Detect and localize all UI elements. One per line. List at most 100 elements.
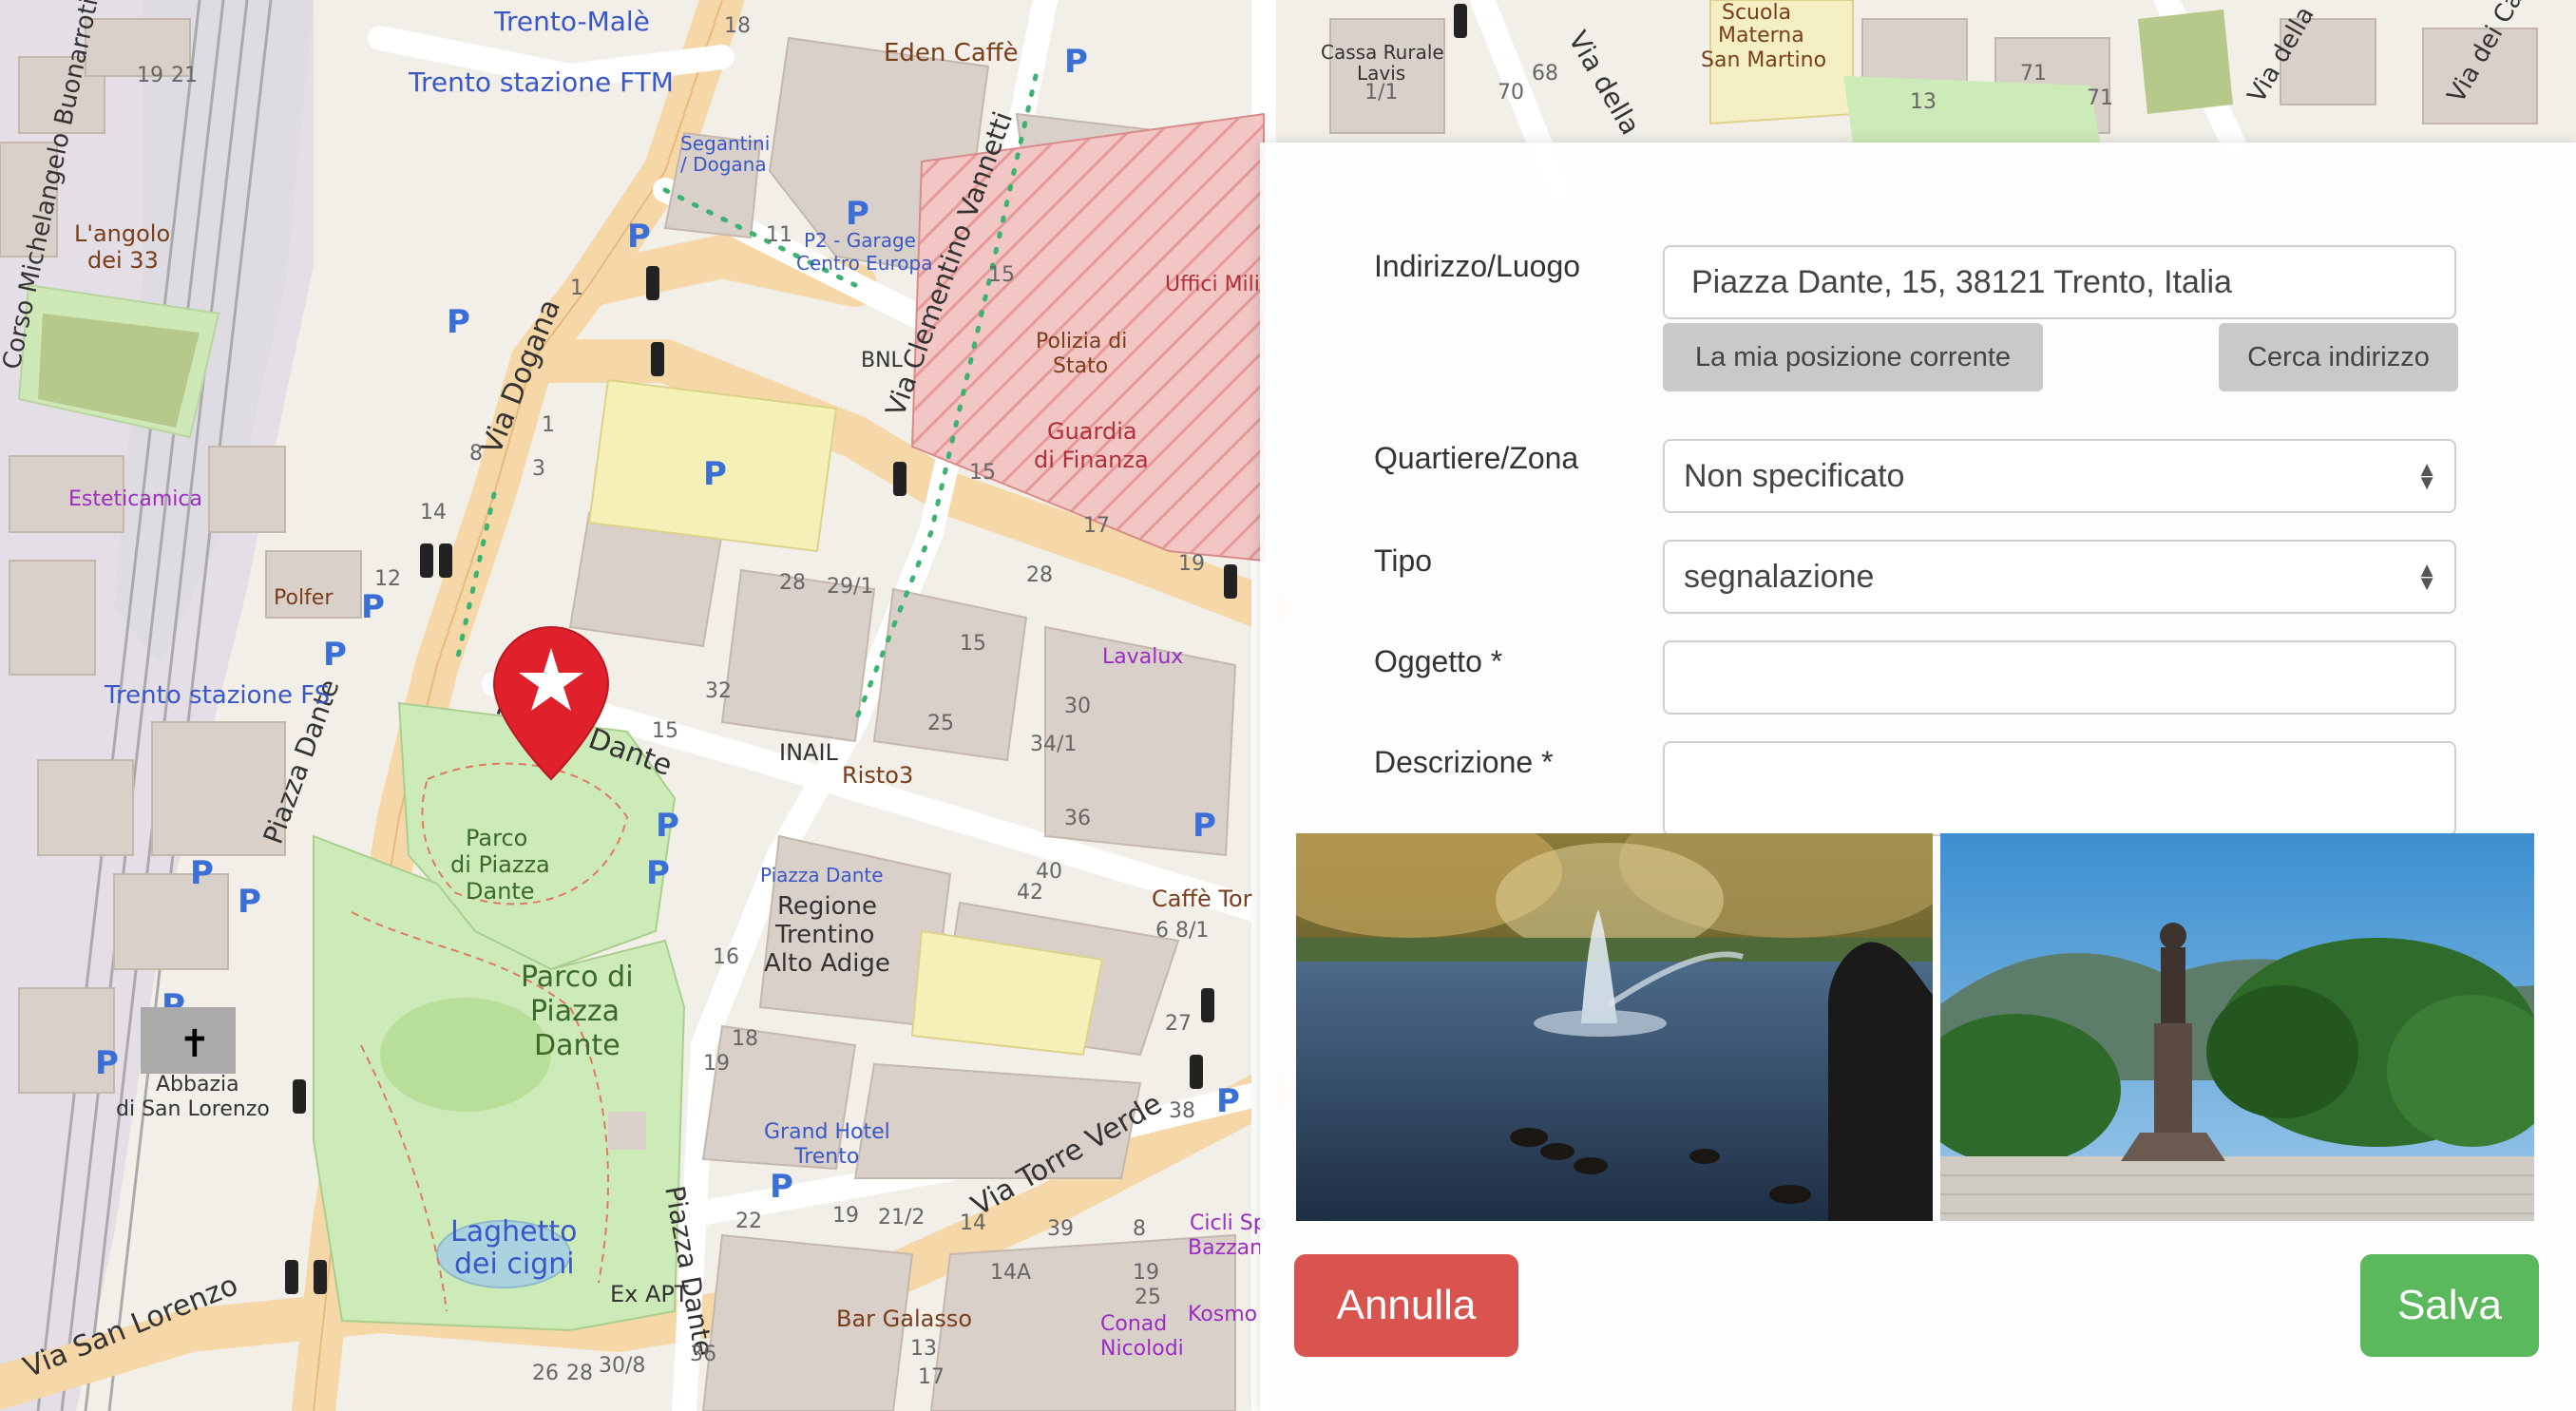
svg-text:26: 26 [532, 1362, 559, 1385]
label-cicli-2: Bazzan [1188, 1236, 1263, 1260]
svg-text:19: 19 [1133, 1261, 1159, 1285]
label-guardia-1: Guardia [1047, 418, 1137, 445]
label-parco-small-3: Dante [466, 878, 535, 905]
address-label: Indirizzo/Luogo [1374, 249, 1581, 283]
screen: Via Dogana Piazza Dante Via Clementino V… [0, 0, 2576, 1411]
svg-text:P: P [846, 195, 869, 233]
label-scuola-1: Scuola [1722, 1, 1791, 25]
svg-text:25: 25 [1135, 1286, 1161, 1309]
cancel-button[interactable]: Annulla [1294, 1254, 1518, 1357]
current-position-button[interactable]: La mia posizione corrente [1663, 323, 2043, 391]
svg-text:71: 71 [2020, 62, 2047, 86]
svg-text:28: 28 [566, 1362, 593, 1385]
label-kosmo: Kosmo [1188, 1303, 1257, 1326]
svg-text:P: P [627, 218, 651, 256]
svg-text:16: 16 [713, 945, 739, 969]
label-polfer: Polfer [274, 586, 334, 610]
label-angolo-2: dei 33 [87, 247, 159, 274]
label-abbazia-2: di San Lorenzo [116, 1097, 270, 1121]
svg-text:15: 15 [960, 632, 986, 656]
photo-fountain[interactable] [1296, 833, 1933, 1221]
svg-text:19: 19 [137, 64, 163, 87]
church-icon: ✝ [141, 1007, 236, 1074]
svg-text:19: 19 [832, 1204, 859, 1228]
label-ex-apt: Ex APT [610, 1281, 689, 1307]
svg-text:✝: ✝ [179, 1022, 211, 1066]
district-value: Non specificato [1684, 457, 1905, 494]
label-parco-big-3: Dante [534, 1029, 620, 1062]
label-parco-big-1: Parco di [521, 961, 634, 994]
label-regione-3: Alto Adige [764, 949, 890, 978]
svg-text:17: 17 [1083, 514, 1110, 538]
description-textarea[interactable] [1663, 741, 2456, 836]
address-input[interactable]: Piazza Dante, 15, 38121 Trento, Italia [1663, 245, 2456, 319]
type-value: segnalazione [1684, 558, 1875, 595]
label-scuola-3: San Martino [1701, 48, 1826, 72]
svg-text:P: P [238, 883, 261, 921]
label-cassa-1: Cassa Rurale [1321, 41, 1444, 64]
label-lavalux: Lavalux [1102, 645, 1183, 669]
svg-text:28: 28 [779, 571, 806, 595]
svg-text:1: 1 [542, 413, 555, 437]
select-arrows-icon: ▲ ▼ [2416, 558, 2437, 595]
type-select[interactable]: segnalazione ▲ ▼ [1663, 540, 2456, 614]
description-label: Descrizione * [1374, 745, 1554, 779]
svg-text:38: 38 [1169, 1099, 1195, 1123]
label-regione-2: Trentino [774, 921, 874, 949]
label-guardia-2: di Finanza [1034, 447, 1149, 473]
svg-text:30: 30 [1064, 695, 1091, 718]
svg-text:18: 18 [732, 1027, 758, 1051]
label-angolo-1: L'angolo [74, 220, 170, 247]
label-parco-big-2: Piazza [530, 995, 620, 1028]
svg-text:P: P [361, 588, 385, 626]
save-button[interactable]: Salva [2360, 1254, 2539, 1357]
svg-text:30/8: 30/8 [599, 1354, 645, 1378]
select-arrows-icon: ▲ ▼ [2416, 457, 2437, 494]
svg-text:P: P [95, 1044, 119, 1082]
svg-text:21: 21 [171, 64, 198, 87]
svg-text:12: 12 [374, 567, 401, 591]
svg-text:70: 70 [1498, 81, 1524, 105]
svg-text:3: 3 [532, 457, 545, 481]
search-address-button[interactable]: Cerca indirizzo [2219, 323, 2458, 391]
svg-text:14: 14 [420, 501, 447, 524]
svg-text:P: P [447, 303, 470, 341]
label-segantini-1: Segantini [680, 132, 770, 155]
type-label: Tipo [1374, 543, 1433, 578]
svg-text:29/1: 29/1 [827, 575, 873, 599]
subject-input[interactable] [1663, 640, 2456, 715]
label-polizia-2: Stato [1053, 354, 1108, 378]
label-caffe-tor: Caffè Tor [1152, 886, 1252, 912]
svg-text:P: P [190, 854, 214, 892]
label-inail: INAIL [779, 739, 839, 766]
svg-text:1: 1 [570, 276, 583, 300]
svg-text:1/1: 1/1 [1364, 81, 1398, 105]
label-risto3: Risto3 [842, 762, 913, 789]
photo-monument[interactable] [1940, 833, 2534, 1221]
label-trento-ftm: Trento stazione FTM [408, 67, 674, 98]
label-uffici: Uffici Mili [1165, 273, 1260, 296]
svg-text:21/2: 21/2 [878, 1206, 925, 1230]
label-segantini-2: / Dogana [680, 153, 767, 176]
label-polizia-1: Polizia di [1036, 330, 1127, 353]
svg-text:8: 8 [469, 442, 483, 466]
svg-text:P: P [770, 1168, 793, 1206]
svg-text:P: P [646, 854, 670, 892]
svg-text:71: 71 [2087, 86, 2113, 110]
svg-text:14A: 14A [990, 1261, 1031, 1285]
svg-text:19: 19 [1178, 552, 1205, 576]
label-cicli-1: Cicli Sp [1190, 1211, 1267, 1235]
svg-text:32: 32 [705, 679, 732, 703]
svg-text:8: 8 [1133, 1217, 1146, 1241]
label-regione-1: Regione [777, 892, 877, 921]
svg-text:15: 15 [969, 461, 996, 485]
label-bnl: BNL [861, 349, 904, 372]
label-laghetto-2: dei cigni [454, 1248, 575, 1281]
district-select[interactable]: Non specificato ▲ ▼ [1663, 439, 2456, 513]
label-laghetto-1: Laghetto [450, 1215, 578, 1249]
svg-text:68: 68 [1532, 62, 1558, 86]
svg-text:13: 13 [1910, 90, 1937, 114]
label-piazza-dante-stop: Piazza Dante [760, 864, 884, 887]
label-conad-1: Conad [1100, 1312, 1167, 1336]
subject-label: Oggetto * [1374, 644, 1503, 678]
